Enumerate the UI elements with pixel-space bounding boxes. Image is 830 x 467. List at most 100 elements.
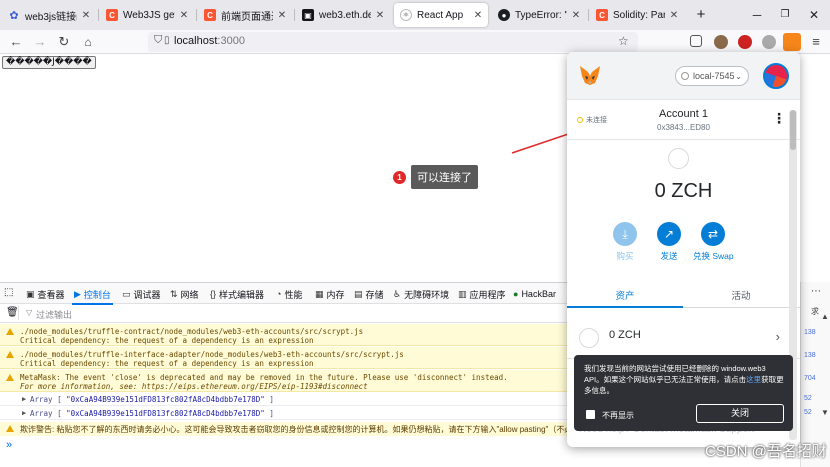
tab-storage[interactable]: ▤ 存储 (354, 286, 384, 302)
tab-inspector[interactable]: ▣ 查看器 (26, 286, 65, 302)
csdn-icon: C (596, 9, 608, 21)
csdn-icon: C (106, 9, 118, 21)
browser-tab-active[interactable]: ⚛ React App ✕ (394, 3, 488, 27)
tab-network[interactable]: ⇅ 网络 (170, 286, 199, 302)
tab-underline (567, 306, 683, 308)
close-icon[interactable]: ✕ (374, 10, 386, 21)
navigation-toolbar: ← → ↻ ⌂ ⛉ ▯ localhost:3000 ☆ ≡ (0, 30, 830, 54)
console-input[interactable]: » (6, 439, 12, 451)
send-button[interactable]: ↗ 发送 (649, 222, 689, 262)
network-dot-icon (681, 72, 689, 80)
metamask-fox-icon[interactable] (783, 33, 801, 51)
browser-tab[interactable]: C Web3JS getAccou ✕ (100, 3, 194, 27)
line-number[interactable]: 52 (804, 395, 812, 402)
storage-icon: ▤ (354, 288, 363, 299)
filter-icon: ▽ (26, 308, 33, 317)
notice-link[interactable]: 这里 (746, 375, 761, 384)
tab-hackbar[interactable]: ● HackBar (513, 286, 556, 302)
dont-show-again-checkbox[interactable] (586, 410, 595, 419)
minimize-icon[interactable]: ─ (746, 5, 768, 25)
account-avatar[interactable] (763, 63, 789, 89)
close-window-icon[interactable]: ✕ (803, 5, 825, 25)
tab-performance[interactable]: ◔ 性能 (276, 286, 302, 302)
shield-icon[interactable]: ⛉ (154, 34, 162, 47)
extension-block-icon[interactable] (738, 35, 752, 49)
token-icon (579, 328, 599, 348)
checkbox-label: 不再显示 (602, 411, 634, 420)
browser-tab[interactable]: ▣ web3.eth.default ✕ (296, 3, 390, 27)
close-icon[interactable]: ✕ (276, 10, 288, 21)
restore-icon[interactable]: ❐ (774, 5, 796, 25)
browser-tab[interactable]: ✿ web3js链接metam ✕ (2, 3, 96, 27)
tab-application[interactable]: ▥ 应用程序 (458, 286, 506, 302)
tab-style-editor[interactable]: {} 样式编辑器 (210, 286, 264, 302)
menu-icon[interactable]: ≡ (806, 32, 826, 52)
send-arrow-icon: ↗ (657, 222, 681, 246)
trash-icon[interactable]: 🗑 (6, 307, 19, 318)
network-selector[interactable]: local-7545 ⌄ (675, 66, 749, 86)
page-button[interactable]: �����J���� (2, 56, 96, 69)
expand-arrow-icon[interactable]: ▶ (22, 409, 26, 417)
performance-icon: ◔ (276, 289, 282, 299)
web3-icon: ✿ (9, 9, 19, 22)
forward-icon[interactable]: → (30, 32, 50, 52)
step-badge: 1 (393, 170, 406, 184)
account-name[interactable]: Account 1 (567, 108, 800, 120)
line-number[interactable]: 138 (804, 352, 816, 359)
browser-tab[interactable]: ● TypeError: "x" is ✕ (492, 3, 586, 27)
react-icon: ⚛ (400, 9, 412, 21)
line-number[interactable]: 52 (804, 409, 812, 416)
tab-console[interactable]: ▶ 控制台 (72, 286, 113, 305)
asset-row[interactable]: 0 ZCH › (567, 317, 800, 359)
watermark: CSDN @吾名招财 (705, 443, 827, 460)
page-info-icon[interactable]: ▯ (164, 35, 170, 46)
address-bar[interactable]: ⛉ ▯ localhost:3000 ☆ (148, 32, 638, 52)
web3-deprecation-notice: 我们发现当前的网站尝试使用已经删除的 window.web3 API。如果这个网… (574, 355, 793, 431)
buy-button[interactable]: ⤓ 购买 (605, 222, 645, 262)
tab-assets[interactable]: 资产 (567, 288, 683, 302)
tab-activity[interactable]: 活动 (683, 288, 799, 302)
browser-tab[interactable]: C 前端页面通过web3 ✕ (198, 3, 292, 27)
browser-tab[interactable]: C Solidity: ParserEr ✕ (590, 3, 684, 27)
close-icon[interactable]: ✕ (668, 10, 680, 21)
account-menu-icon[interactable]: ⋮ (772, 110, 786, 127)
extension-cookie-icon[interactable] (714, 35, 728, 49)
lock-icon: ▣ (302, 9, 314, 21)
accessibility-icon: ♿ (393, 288, 402, 299)
home-icon[interactable]: ⌂ (78, 32, 98, 52)
scroll-down-icon[interactable]: ▼ (821, 408, 829, 417)
bookmark-star-icon[interactable]: ☆ (618, 34, 629, 48)
close-icon[interactable]: ✕ (80, 10, 92, 21)
close-icon[interactable]: ✕ (178, 10, 190, 21)
download-icon: ⤓ (613, 222, 637, 246)
tab-debugger[interactable]: ▭ 调试器 (122, 286, 161, 302)
tab-memory[interactable]: ▦ 内存 (315, 286, 345, 302)
side-label: 求 (811, 307, 819, 316)
metamask-fox-icon (580, 66, 600, 85)
tab-title: TypeError: "x" is (515, 9, 567, 21)
back-icon[interactable]: ← (6, 32, 26, 52)
close-button[interactable]: 关闭 (696, 404, 784, 423)
swap-button[interactable]: ⇄ 兑换 Swap (693, 222, 734, 262)
url-text: localhost:3000 (174, 35, 245, 47)
tab-title: web3js链接metam (25, 11, 77, 23)
pick-element-icon[interactable]: ⬚ (4, 287, 13, 298)
expand-arrow-icon[interactable]: ▶ (22, 395, 26, 403)
overflow-menu-icon[interactable]: ⋯ (811, 286, 821, 297)
new-tab-button[interactable]: + (690, 5, 712, 25)
reload-icon[interactable]: ↻ (54, 32, 74, 52)
tab-title: Solidity: ParserEr (613, 9, 665, 21)
metamask-header: local-7545 ⌄ (567, 52, 800, 100)
pocket-icon[interactable] (690, 35, 702, 47)
close-icon[interactable]: ✕ (472, 10, 484, 21)
filter-input[interactable]: 过滤输出 (36, 308, 72, 321)
connect-tooltip: 1 可以连接了 (393, 165, 478, 189)
account-address[interactable]: 0x3843...ED80 (567, 123, 800, 132)
line-number[interactable]: 138 (804, 329, 816, 336)
tab-accessibility[interactable]: ♿ 无障碍环境 (393, 286, 449, 302)
extension-grey-icon[interactable] (762, 35, 776, 49)
scroll-up-icon[interactable]: ▲ (821, 312, 829, 321)
warning-icon (6, 425, 14, 432)
close-icon[interactable]: ✕ (570, 10, 582, 21)
line-number[interactable]: 704 (804, 375, 816, 382)
